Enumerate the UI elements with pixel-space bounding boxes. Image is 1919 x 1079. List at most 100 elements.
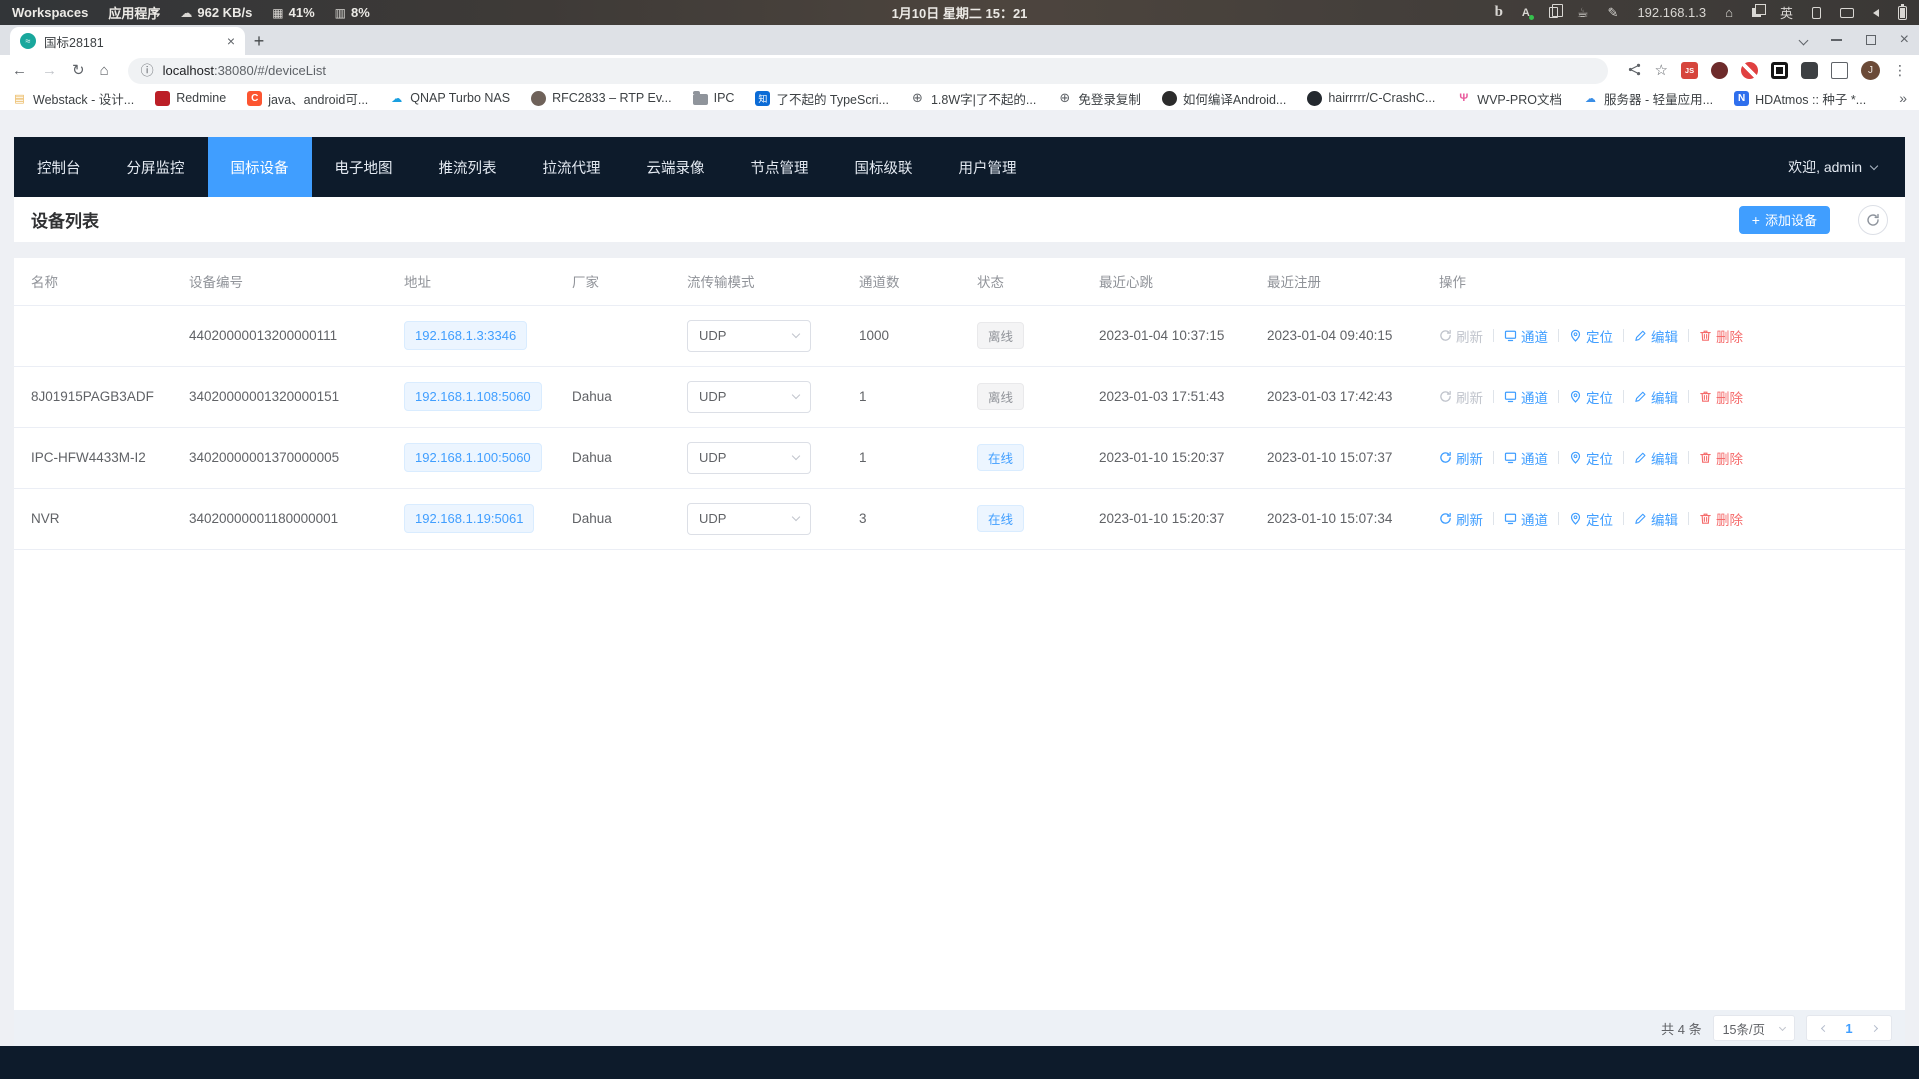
nav-item-gb-cascade[interactable]: 国标级联 (832, 137, 936, 197)
input-method-indicator[interactable]: 英 (1780, 3, 1793, 22)
minimize-icon[interactable] (1831, 39, 1842, 41)
color-picker-tray-icon[interactable]: ✎ (1608, 5, 1619, 21)
tab-search-icon[interactable] (1798, 35, 1808, 45)
bookmarks-overflow-icon[interactable]: » (1899, 90, 1907, 106)
refresh-action[interactable]: 刷新 (1439, 326, 1483, 346)
table-row: 44020000013200000111 192.168.1.3:3346 UD… (14, 305, 1905, 366)
device-id: 34020000001370000005 (179, 427, 394, 488)
bookmark-hdatmos[interactable]: NHDAtmos :: 种子 *... (1734, 89, 1866, 108)
nav-item-node-manage[interactable]: 节点管理 (728, 137, 832, 197)
home-icon[interactable]: ⌂ (100, 63, 109, 78)
delete-action[interactable]: 删除 (1699, 326, 1743, 346)
locate-action[interactable]: 定位 (1569, 387, 1613, 407)
locate-action[interactable]: 定位 (1569, 326, 1613, 346)
screenshot-extension-icon[interactable] (1771, 62, 1788, 79)
channel-action[interactable]: 通道 (1504, 448, 1548, 468)
new-tab-button[interactable]: + (245, 27, 273, 55)
reader-extension-icon[interactable] (1711, 62, 1728, 79)
workspaces-button[interactable]: Workspaces (12, 5, 88, 20)
refresh-action[interactable]: 刷新 (1439, 448, 1483, 468)
refresh-action[interactable]: 刷新 (1439, 387, 1483, 407)
page-size-select[interactable]: 15条/页 (1713, 1015, 1795, 1041)
reload-icon[interactable]: ↻ (72, 63, 85, 78)
url-host: localhost (163, 63, 214, 78)
delete-action[interactable]: 删除 (1699, 448, 1743, 468)
locate-action[interactable]: 定位 (1569, 448, 1613, 468)
next-page-button[interactable] (1861, 1026, 1887, 1031)
refresh-list-button[interactable] (1858, 205, 1888, 235)
frame-extension-icon[interactable] (1831, 62, 1848, 79)
current-page[interactable]: 1 (1837, 1021, 1861, 1036)
delete-action[interactable]: 删除 (1699, 509, 1743, 529)
bookmark-tencent-cloud[interactable]: ☁服务器 - 轻量应用... (1583, 89, 1713, 108)
heartbeat-time: 2023-01-10 15:20:37 (1089, 488, 1257, 549)
applications-menu[interactable]: 应用程序 (108, 3, 160, 22)
tab-close-icon[interactable]: × (227, 34, 235, 48)
channel-action[interactable]: 通道 (1504, 387, 1548, 407)
cloud-download-icon: ☁ (180, 6, 192, 20)
folder-icon (693, 94, 708, 105)
window-switcher-icon[interactable] (1752, 8, 1761, 17)
extensions-puzzle-icon[interactable] (1801, 62, 1818, 79)
phone-link-icon[interactable] (1812, 7, 1821, 19)
stream-mode-select[interactable]: UDP (687, 503, 811, 535)
share-icon[interactable] (1627, 62, 1642, 80)
prev-page-button[interactable] (1811, 1026, 1837, 1031)
bookmark-article-2[interactable]: ⊕免登录复制 (1057, 89, 1141, 108)
close-window-icon[interactable]: × (1900, 32, 1909, 48)
bookmark-github[interactable]: hairrrrr/C-CrashC... (1307, 91, 1435, 106)
coffee-tray-icon[interactable]: ☕ (1577, 5, 1589, 21)
edit-action[interactable]: 编辑 (1634, 387, 1678, 407)
bookmark-star-icon[interactable]: ☆ (1655, 63, 1668, 78)
nav-item-gb-devices[interactable]: 国标设备 (208, 137, 312, 197)
address-bar[interactable]: ⓘ localhost:38080/#/deviceList (128, 58, 1608, 84)
stream-mode-select[interactable]: UDP (687, 320, 811, 352)
bookmark-rfc2833[interactable]: RFC2833 – RTP Ev... (531, 91, 672, 106)
delete-action[interactable]: 删除 (1699, 387, 1743, 407)
bookmark-zhihu[interactable]: 知了不起的 TypeScri... (755, 89, 889, 108)
bookmark-redmine[interactable]: Redmine (155, 91, 226, 106)
bookmark-article-1[interactable]: ⊕1.8W字|了不起的... (910, 89, 1036, 108)
back-icon[interactable]: ← (12, 63, 27, 78)
site-info-icon[interactable]: ⓘ (141, 64, 154, 77)
ip-address-indicator[interactable]: 192.168.1.3 (1637, 5, 1706, 20)
stream-mode-select[interactable]: UDP (687, 442, 811, 474)
refresh-action[interactable]: 刷新 (1439, 509, 1483, 529)
channel-action[interactable]: 通道 (1504, 509, 1548, 529)
bookmark-android-build[interactable]: 如何编译Android... (1162, 89, 1287, 108)
bing-tray-icon[interactable]: b (1495, 5, 1503, 20)
add-device-button[interactable]: + 添加设备 (1739, 206, 1830, 234)
edit-action[interactable]: 编辑 (1634, 509, 1678, 529)
user-menu[interactable]: 欢迎, admin (1788, 157, 1905, 177)
bookmark-csdn[interactable]: Cjava、android可... (247, 89, 368, 108)
home-tray-icon[interactable]: ⌂ (1725, 5, 1733, 20)
edit-action[interactable]: 编辑 (1634, 326, 1678, 346)
adblock-extension-icon[interactable] (1741, 62, 1758, 79)
profile-avatar[interactable]: J (1861, 61, 1880, 80)
nav-item-user-manage[interactable]: 用户管理 (936, 137, 1040, 197)
nav-item-pull-proxy[interactable]: 拉流代理 (520, 137, 624, 197)
nav-item-push-list[interactable]: 推流列表 (416, 137, 520, 197)
bookmark-folder-ipc[interactable]: IPC (693, 91, 735, 105)
edit-action[interactable]: 编辑 (1634, 448, 1678, 468)
display-icon[interactable] (1840, 8, 1854, 18)
nav-item-split-monitor[interactable]: 分屏监控 (104, 137, 208, 197)
clipboard-tray-icon[interactable] (1549, 7, 1558, 18)
nav-item-map[interactable]: 电子地图 (312, 137, 416, 197)
volume-icon[interactable] (1873, 9, 1879, 17)
manufacturer: Dahua (562, 366, 677, 427)
bookmark-webstack[interactable]: ▤Webstack - 设计... (12, 89, 134, 108)
locate-action[interactable]: 定位 (1569, 509, 1613, 529)
js-extension-icon[interactable]: JS (1681, 62, 1698, 79)
bookmark-wvp-pro[interactable]: ΨWVP-PRO文档 (1456, 89, 1562, 108)
translate-tray-icon[interactable]: A (1522, 7, 1530, 19)
channel-action[interactable]: 通道 (1504, 326, 1548, 346)
nav-item-cloud-record[interactable]: 云端录像 (624, 137, 728, 197)
browser-menu-icon[interactable]: ⋮ (1893, 62, 1907, 79)
nav-item-console[interactable]: 控制台 (14, 137, 104, 197)
restore-icon[interactable] (1866, 35, 1876, 45)
browser-tab[interactable]: ≈ 国标28181 × (10, 27, 245, 55)
stream-mode-select[interactable]: UDP (687, 381, 811, 413)
forward-icon[interactable]: → (42, 63, 57, 78)
bookmark-qnap[interactable]: ☁QNAP Turbo NAS (389, 91, 510, 106)
